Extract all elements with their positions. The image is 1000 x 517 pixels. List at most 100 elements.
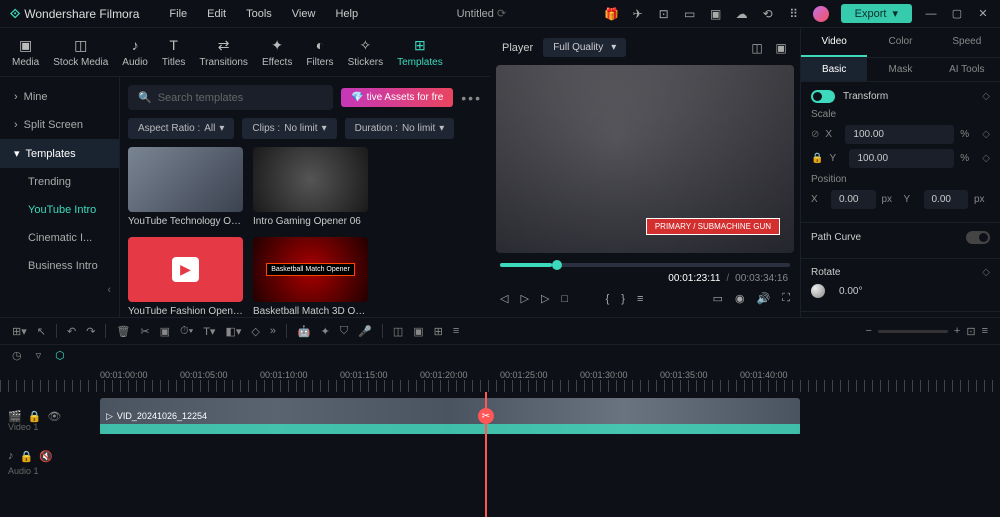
fullscreen-button[interactable]: ⛶ — [782, 292, 790, 305]
pos-y-input[interactable]: 0.00 — [924, 190, 969, 209]
refresh-icon[interactable]: ⟲ — [761, 7, 775, 21]
zoom-slider[interactable] — [878, 330, 948, 333]
filter-aspect[interactable]: Aspect Ratio : All ▾ — [128, 118, 234, 139]
enhance-icon[interactable]: ✦ — [321, 325, 330, 338]
sidebar-youtube-intro[interactable]: YouTube Intro — [0, 196, 119, 224]
visibility-icon[interactable]: 👁 — [47, 410, 61, 423]
monitor-icon[interactable]: ▭ — [683, 7, 697, 21]
keyframe-diamond[interactable]: ◇ — [982, 91, 990, 102]
video-track[interactable]: 🎬🔒👁 Video 1 ▷VID_20241026_12254 — [100, 396, 1000, 436]
tab-effects[interactable]: ✦Effects — [262, 36, 292, 68]
template-card[interactable]: Basketball Match OpenerBasketball Match … — [253, 237, 368, 317]
template-card[interactable]: YouTube Technology Opene... — [128, 147, 243, 227]
subtab-basic[interactable]: Basic — [801, 58, 867, 81]
fit-zoom[interactable]: ⊡ — [966, 325, 975, 338]
lock-icon[interactable]: 🔒 — [811, 153, 823, 164]
redo-button[interactable]: ↷ — [86, 325, 95, 338]
collapse-sidebar[interactable]: ‹ — [0, 280, 119, 300]
rotate-knob[interactable] — [811, 284, 825, 298]
keyframe-button[interactable]: ◇ — [251, 325, 259, 338]
quality-select[interactable]: Full Quality▾ — [543, 38, 626, 57]
menu-tools[interactable]: Tools — [246, 8, 272, 20]
filter-clips[interactable]: Clips : No limit ▾ — [242, 118, 336, 139]
camera-icon[interactable]: ◉ — [735, 292, 745, 305]
audio-track[interactable]: ♪🔒🔇 Audio 1 — [100, 440, 1000, 472]
mix-icon[interactable]: ≡ — [453, 325, 459, 337]
lock-icon[interactable]: 🔒 — [20, 450, 34, 463]
pos-x-input[interactable]: 0.00 — [831, 190, 876, 209]
scale-x-input[interactable]: 100.00 — [845, 125, 954, 144]
color-button[interactable]: ◧▾ — [225, 325, 241, 338]
subtab-aitools[interactable]: AI Tools — [934, 58, 1000, 81]
tl-clock-icon[interactable]: ◷ — [12, 349, 22, 362]
pointer-tool[interactable]: ↖ — [37, 325, 46, 338]
props-tab-video[interactable]: Video — [801, 28, 867, 57]
link-icon[interactable]: ⊘ — [811, 129, 819, 140]
promo-banner[interactable]: 💎 tive Assets for fre — [341, 88, 453, 107]
props-tab-color[interactable]: Color — [867, 28, 933, 57]
shield-icon[interactable]: ⛉ — [340, 325, 348, 338]
progress-bar[interactable] — [500, 263, 790, 267]
zoom-in[interactable]: + — [954, 325, 960, 337]
group-icon[interactable]: ▣ — [413, 325, 423, 338]
more-menu[interactable]: ••• — [461, 90, 482, 106]
template-card[interactable]: Intro Gaming Opener 06 — [253, 147, 368, 227]
template-card[interactable]: ▶YouTube Fashion Opener 05 — [128, 237, 243, 317]
sync-icon[interactable]: ⟳ — [497, 8, 506, 20]
prev-frame-button[interactable]: ◁ — [500, 292, 508, 305]
zoom-out[interactable]: − — [865, 325, 871, 337]
avatar-icon[interactable] — [813, 6, 829, 22]
tl-magnet-icon[interactable]: ⬡ — [55, 349, 65, 362]
tl-marker-icon[interactable]: ▿ — [36, 349, 42, 362]
keyframe-diamond[interactable]: ◇ — [982, 129, 990, 140]
mark-out-button[interactable]: } — [621, 293, 625, 305]
gift-icon[interactable]: 🎁 — [605, 7, 619, 21]
lock-icon[interactable]: 🔒 — [28, 410, 42, 423]
tab-templates[interactable]: ⊞Templates — [397, 36, 443, 68]
display-icon[interactable]: ▭ — [713, 292, 723, 305]
devices-icon[interactable]: ⊡ — [657, 7, 671, 21]
scale-y-input[interactable]: 100.00 — [849, 149, 954, 168]
video-track-header[interactable]: 🎬🔒👁 — [0, 410, 95, 423]
stop-button[interactable]: □ — [561, 293, 568, 305]
cut-button[interactable]: ✂ — [140, 325, 149, 338]
volume-icon[interactable]: 🔊 — [757, 292, 771, 305]
maximize-button[interactable]: ▢ — [950, 7, 964, 21]
close-button[interactable]: ✕ — [976, 7, 990, 21]
sources-icon[interactable]: ⊞▾ — [12, 325, 27, 338]
delete-button[interactable]: 🗑 — [116, 325, 130, 338]
cloud-icon[interactable]: ☁ — [735, 7, 749, 21]
text-button[interactable]: T▾ — [203, 325, 215, 338]
tab-media[interactable]: ▣Media — [12, 36, 39, 68]
crop-button[interactable]: ▣ — [160, 325, 170, 338]
props-tab-speed[interactable]: Speed — [934, 28, 1000, 57]
send-icon[interactable]: ✈ — [631, 7, 645, 21]
tab-filters[interactable]: ◐Filters — [306, 36, 333, 68]
subtab-mask[interactable]: Mask — [867, 58, 933, 81]
mark-in-button[interactable]: { — [606, 293, 610, 305]
video-clip[interactable]: ▷VID_20241026_12254 — [100, 398, 800, 434]
menu-help[interactable]: Help — [335, 8, 358, 20]
pathcurve-toggle[interactable] — [966, 231, 990, 244]
play-button[interactable]: ▷ — [520, 292, 528, 305]
mute-icon[interactable]: 🔇 — [39, 450, 53, 463]
audio-clip[interactable] — [100, 442, 800, 470]
sidebar-templates[interactable]: ▾Templates — [0, 139, 119, 168]
playhead[interactable]: ✂ — [485, 392, 487, 517]
apps-icon[interactable]: ⠿ — [787, 7, 801, 21]
search-input[interactable]: 🔍Search templates — [128, 85, 333, 110]
compare-icon[interactable]: ◫ — [750, 41, 764, 55]
keyframe-diamond[interactable]: ◇ — [982, 153, 990, 164]
minimize-button[interactable]: — — [924, 7, 938, 21]
snapshot-icon[interactable]: ▣ — [774, 41, 788, 55]
tab-stock[interactable]: ◫Stock Media — [53, 36, 108, 68]
menu-file[interactable]: File — [169, 8, 187, 20]
image-icon[interactable]: ▣ — [709, 7, 723, 21]
sidebar-cinematic[interactable]: Cinematic I... — [0, 224, 119, 252]
export-button[interactable]: Export▾ — [841, 4, 912, 23]
audio-track-header[interactable]: ♪🔒🔇 — [0, 450, 95, 463]
sidebar-mine[interactable]: ›Mine — [0, 83, 119, 111]
timeline-ruler[interactable]: 00:01:00:0000:01:05:0000:01:10:0000:01:1… — [0, 366, 1000, 380]
keyframe-diamond[interactable]: ◇ — [982, 267, 990, 278]
playhead-knob[interactable]: ✂ — [478, 408, 494, 424]
